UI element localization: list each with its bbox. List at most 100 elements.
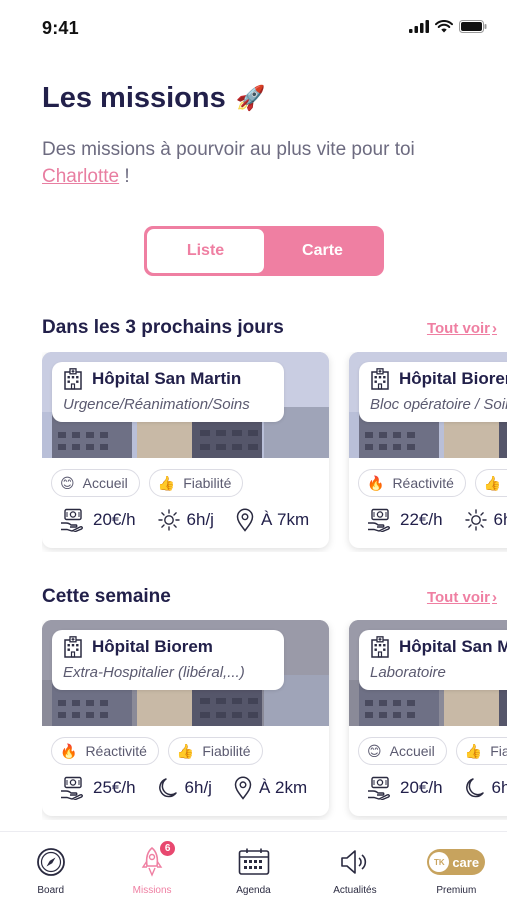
toggle-map-button[interactable]: Carte — [264, 229, 381, 273]
tag-chip: 🔥 Réactivité — [358, 469, 466, 497]
compass-icon — [36, 847, 66, 877]
tab-label: Actualités — [333, 885, 377, 896]
mission-card[interactable]: Hôpital San Martin Urgence/Réanimation/So… — [42, 352, 329, 548]
hospital-name-row: Hôpital Biorem — [63, 636, 273, 658]
tag-emoji-icon: 🔥 — [60, 743, 78, 759]
tag-label: Réactivité — [392, 475, 454, 491]
location-pin-icon — [236, 508, 254, 532]
hospital-name: Hôpital Biorem — [92, 637, 213, 656]
chevron-right-icon: › — [492, 588, 497, 606]
distance: À 2km — [258, 778, 308, 797]
mission-specialty: Extra-Hospitalier (libéral,...) — [63, 664, 245, 681]
rate-info: 20€/h — [367, 776, 443, 800]
subtitle-text: Des missions à pourvoir au plus vite pou… — [42, 139, 415, 160]
hospital-name: Hôpital San Martin — [92, 369, 242, 388]
sun-icon — [157, 509, 180, 531]
view-toggle: Liste Carte — [144, 226, 384, 276]
section-title: Cette semaine — [42, 586, 171, 607]
hospital-name: Hôpital San Martin — [399, 637, 507, 656]
tab-premium[interactable]: TK care Premium — [406, 832, 507, 900]
tag-emoji-icon: 👍 — [157, 475, 176, 491]
user-name-link[interactable]: Charlotte — [42, 166, 119, 187]
hourly-rate: 22€/h — [400, 510, 443, 529]
tag-emoji-icon: 👍 — [483, 475, 502, 491]
sun-icon — [464, 509, 487, 531]
rate-info: 25€/h — [60, 776, 136, 800]
mission-info: 20€/h 6h/j À 7km — [60, 508, 309, 532]
moon-icon — [158, 778, 177, 798]
speaker-icon — [339, 847, 371, 877]
tag-chip: 👍 Fiabilité — [455, 737, 507, 765]
tab-missions[interactable]: 6 Missions — [101, 832, 202, 900]
status-time: 9:41 — [42, 18, 79, 38]
tag-label: Réactivité — [85, 743, 147, 759]
tag-emoji-icon: 👍 — [464, 743, 483, 759]
hours-per-day: 6h/j — [186, 510, 214, 529]
tag-emoji-icon: 🔥 — [367, 475, 385, 491]
tab-bar: Board 6 Missions Agenda Actualités TK ca… — [0, 831, 507, 900]
money-hand-icon — [368, 508, 390, 532]
money-hand-icon — [61, 508, 83, 532]
calendar-icon — [238, 847, 270, 877]
mission-specialty: Urgence/Réanimation/Soins — [63, 396, 250, 413]
mission-card[interactable]: Hôpital San Martin Laboratoire 😊 Accueil 👍 Fi… — [349, 620, 507, 816]
hours-per-day: 6h/j — [493, 510, 507, 529]
hourly-rate: 25€/h — [93, 778, 136, 797]
tag-list: 🔥 Réactivité 👍 Fiabilité — [51, 737, 263, 765]
tag-chip: 👍 Fiabilité — [148, 469, 244, 497]
tag-label: Accueil — [82, 475, 128, 491]
see-all-link[interactable]: Tout voir › — [427, 320, 507, 337]
mission-info: 20€/h6h/jÀ 5km — [367, 776, 507, 800]
page-title-text: Les missions — [42, 82, 226, 114]
tag-list: 😊 Accueil 👍 Fiabilité — [51, 469, 244, 497]
tab-label: Board — [37, 885, 65, 896]
hours-info: 6h/j — [158, 777, 212, 799]
tag-emoji-icon: 😊 — [367, 743, 382, 759]
distance-info: À 2km — [234, 776, 307, 800]
mission-carousel[interactable]: Hôpital San Martin Urgence/Réanimation/So… — [42, 352, 507, 552]
missions-badge: 6 — [160, 841, 176, 856]
money-hand-icon — [368, 776, 390, 800]
chevron-right-icon: › — [492, 319, 497, 337]
moon-icon — [465, 778, 484, 798]
mission-card[interactable]: Hôpital Biorem Extra-Hospitalier (libéral… — [42, 620, 329, 816]
status-icons — [409, 20, 487, 33]
distance-info: À 7km — [236, 508, 309, 532]
hours-info: 6h/j — [465, 777, 507, 799]
location-pin-icon — [234, 776, 252, 800]
signal-icon — [409, 20, 429, 33]
tab-board[interactable]: Board — [0, 832, 101, 900]
hospital-name-row: Hôpital Biorem — [370, 368, 507, 390]
hospital-icon — [371, 636, 389, 658]
section-title: Dans les 3 prochains jours — [42, 317, 284, 338]
mission-specialty: Bloc opératoire / Soins — [370, 396, 507, 413]
section-header-this-week: Cette semaine Tout voir › — [42, 586, 507, 608]
hospital-name-row: Hôpital San Martin — [63, 368, 273, 390]
toggle-list-button[interactable]: Liste — [147, 229, 264, 273]
tag-emoji-icon: 😊 — [60, 475, 75, 491]
tag-chip: 😊 Accueil — [51, 469, 140, 497]
tab-news[interactable]: Actualités — [304, 832, 405, 900]
hospital-icon — [371, 368, 389, 390]
card-title-box: Hôpital Biorem Extra-Hospitalier (libéral… — [52, 630, 284, 690]
page-subtitle: Des missions à pourvoir au plus vite pou… — [42, 136, 472, 190]
see-all-label: Tout voir — [426, 319, 490, 337]
tab-agenda[interactable]: Agenda — [203, 832, 304, 900]
card-title-box: Hôpital San Martin Urgence/Réanimation/So… — [52, 362, 284, 422]
section-header-next-3-days: Dans les 3 prochains jours Tout voir › — [42, 317, 507, 339]
page-title: Les missions 🚀 — [42, 82, 266, 115]
mission-specialty: Laboratoire — [370, 664, 446, 681]
card-title-box: Hôpital San Martin Laboratoire — [359, 630, 507, 690]
hospital-icon — [64, 368, 82, 390]
tag-label: Accueil — [389, 743, 435, 759]
see-all-link[interactable]: Tout voir › — [427, 589, 507, 606]
premium-pill: TK care — [427, 849, 486, 875]
tag-chip: 🔥 Réactivité — [51, 737, 159, 765]
mission-card[interactable]: Hôpital Biorem Bloc opératoire / Soins 🔥 Ré… — [349, 352, 507, 548]
mission-carousel[interactable]: Hôpital Biorem Extra-Hospitalier (libéral… — [42, 620, 507, 820]
tab-label: Missions — [132, 885, 172, 896]
card-title-box: Hôpital Biorem Bloc opératoire / Soins — [359, 362, 507, 422]
hours-info: 6h/j — [464, 509, 507, 531]
hospital-name: Hôpital Biorem — [399, 369, 507, 388]
premium-logo: TK — [429, 852, 450, 872]
